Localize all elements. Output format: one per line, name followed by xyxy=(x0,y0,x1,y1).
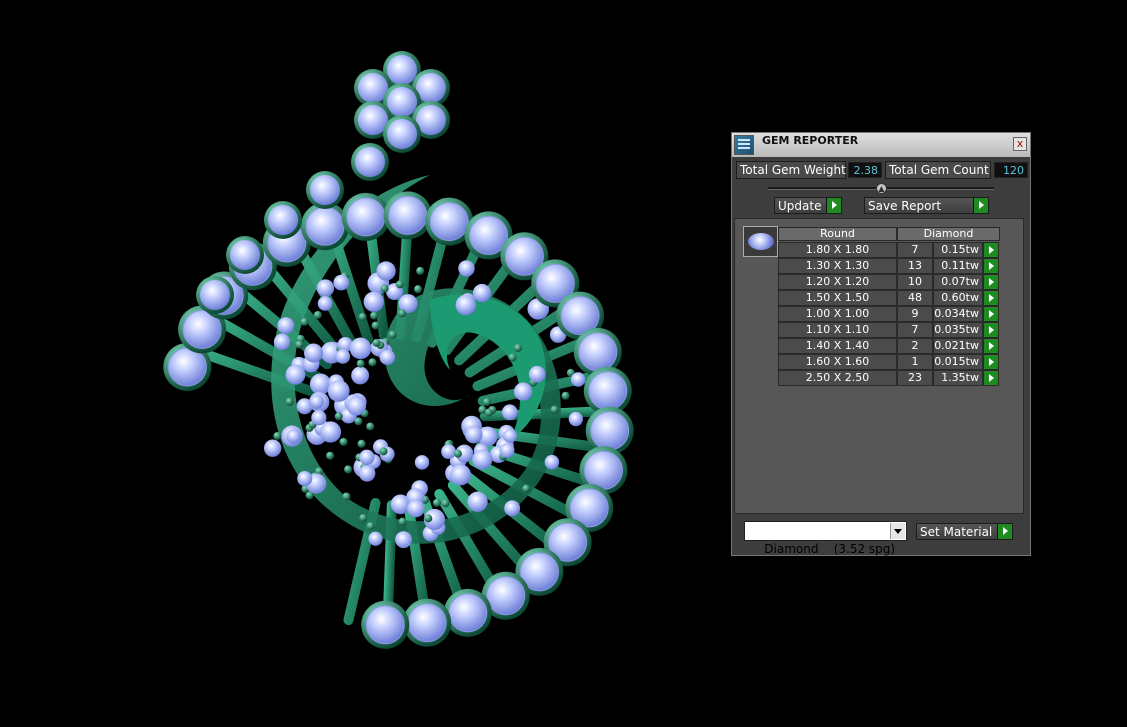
cell-weight: 0.035tw xyxy=(933,322,983,338)
select-row-arrow-icon[interactable] xyxy=(983,370,999,386)
slider-knob-icon[interactable]: ▲ xyxy=(876,183,887,194)
cell-weight: 0.021tw xyxy=(933,338,983,354)
cell-size: 1.30 X 1.30 xyxy=(778,258,897,274)
cell-weight: 0.11tw xyxy=(933,258,983,274)
table-row[interactable]: 1.50 X 1.50 48 0.60tw xyxy=(778,290,1000,306)
gem-reporter-app-icon xyxy=(734,135,754,155)
select-row-arrow-icon[interactable] xyxy=(983,322,999,338)
cell-size: 1.10 X 1.10 xyxy=(778,322,897,338)
table-row[interactable]: 1.30 X 1.30 13 0.11tw xyxy=(778,258,1000,274)
cell-size: 1.40 X 1.40 xyxy=(778,338,897,354)
total-weight-value: 2.38 xyxy=(848,162,882,178)
material-header: Diamond xyxy=(897,227,1000,241)
material-select[interactable]: Diamond (3.52 spg) xyxy=(744,521,907,556)
panel-title: GEM REPORTER xyxy=(762,134,859,147)
cell-weight: 0.07tw xyxy=(933,274,983,290)
cell-weight: 1.35tw xyxy=(933,370,983,386)
update-button-label: Update xyxy=(778,199,822,213)
cell-size: 1.80 X 1.80 xyxy=(778,242,897,258)
total-weight-label: Total Gem Weight xyxy=(736,161,846,179)
update-button[interactable]: Update xyxy=(774,197,842,214)
select-row-arrow-icon[interactable] xyxy=(983,306,999,322)
set-material-label: Set Material xyxy=(920,525,993,539)
total-count-value: 120 xyxy=(994,162,1028,178)
table-row[interactable]: 1.60 X 1.60 1 0.015tw xyxy=(778,354,1000,370)
cell-size: 2.50 X 2.50 xyxy=(778,370,897,386)
cell-count: 1 xyxy=(897,354,933,370)
table-row[interactable]: 1.00 X 1.00 9 0.034tw xyxy=(778,306,1000,322)
cell-weight: 0.015tw xyxy=(933,354,983,370)
select-row-arrow-icon[interactable] xyxy=(983,290,999,306)
shape-header: Round xyxy=(778,227,897,241)
set-material-button[interactable]: Set Material xyxy=(916,523,1013,540)
play-arrow-icon xyxy=(973,198,988,213)
table-row[interactable]: 1.20 X 1.20 10 0.07tw xyxy=(778,274,1000,290)
select-row-arrow-icon[interactable] xyxy=(983,338,999,354)
select-row-arrow-icon[interactable] xyxy=(983,242,999,258)
panel-titlebar[interactable]: GEM REPORTER x xyxy=(732,133,1030,157)
cell-weight: 0.60tw xyxy=(933,290,983,306)
select-row-arrow-icon[interactable] xyxy=(983,354,999,370)
cell-count: 10 xyxy=(897,274,933,290)
play-arrow-icon xyxy=(997,524,1012,539)
cell-size: 1.00 X 1.00 xyxy=(778,306,897,322)
cell-size: 1.20 X 1.20 xyxy=(778,274,897,290)
cell-count: 48 xyxy=(897,290,933,306)
table-row[interactable]: 2.50 X 2.50 23 1.35tw xyxy=(778,370,1000,386)
cell-size: 1.60 X 1.60 xyxy=(778,354,897,370)
cell-weight: 0.15tw xyxy=(933,242,983,258)
gem-list-area[interactable]: Round Diamond 1.80 X 1.80 7 0.15tw 1.30 X 1… xyxy=(734,218,1024,514)
cell-weight: 0.034tw xyxy=(933,306,983,322)
cell-count: 7 xyxy=(897,242,933,258)
play-arrow-icon xyxy=(826,198,841,213)
cell-count: 2 xyxy=(897,338,933,354)
save-report-button[interactable]: Save Report xyxy=(864,197,989,214)
cell-count: 7 xyxy=(897,322,933,338)
render-viewport[interactable] xyxy=(0,0,700,727)
chevron-down-icon[interactable] xyxy=(890,523,905,539)
total-count-label: Total Gem Count xyxy=(885,161,991,179)
select-row-arrow-icon[interactable] xyxy=(983,258,999,274)
cell-count: 13 xyxy=(897,258,933,274)
save-report-label: Save Report xyxy=(868,199,942,213)
table-row[interactable]: 1.10 X 1.10 7 0.035tw xyxy=(778,322,1000,338)
table-row[interactable]: 1.40 X 1.40 2 0.021tw xyxy=(778,338,1000,354)
cell-size: 1.50 X 1.50 xyxy=(778,290,897,306)
cell-count: 9 xyxy=(897,306,933,322)
cell-count: 23 xyxy=(897,370,933,386)
select-row-arrow-icon[interactable] xyxy=(983,274,999,290)
material-select-value: Diamond (3.52 spg) xyxy=(764,542,896,556)
table-row[interactable]: 1.80 X 1.80 7 0.15tw xyxy=(778,242,1000,258)
close-button[interactable]: x xyxy=(1013,137,1027,151)
gem-reporter-panel: GEM REPORTER x Total Gem Weight 2.38 Tot… xyxy=(731,132,1031,556)
diamond-gem-icon[interactable] xyxy=(743,226,778,257)
